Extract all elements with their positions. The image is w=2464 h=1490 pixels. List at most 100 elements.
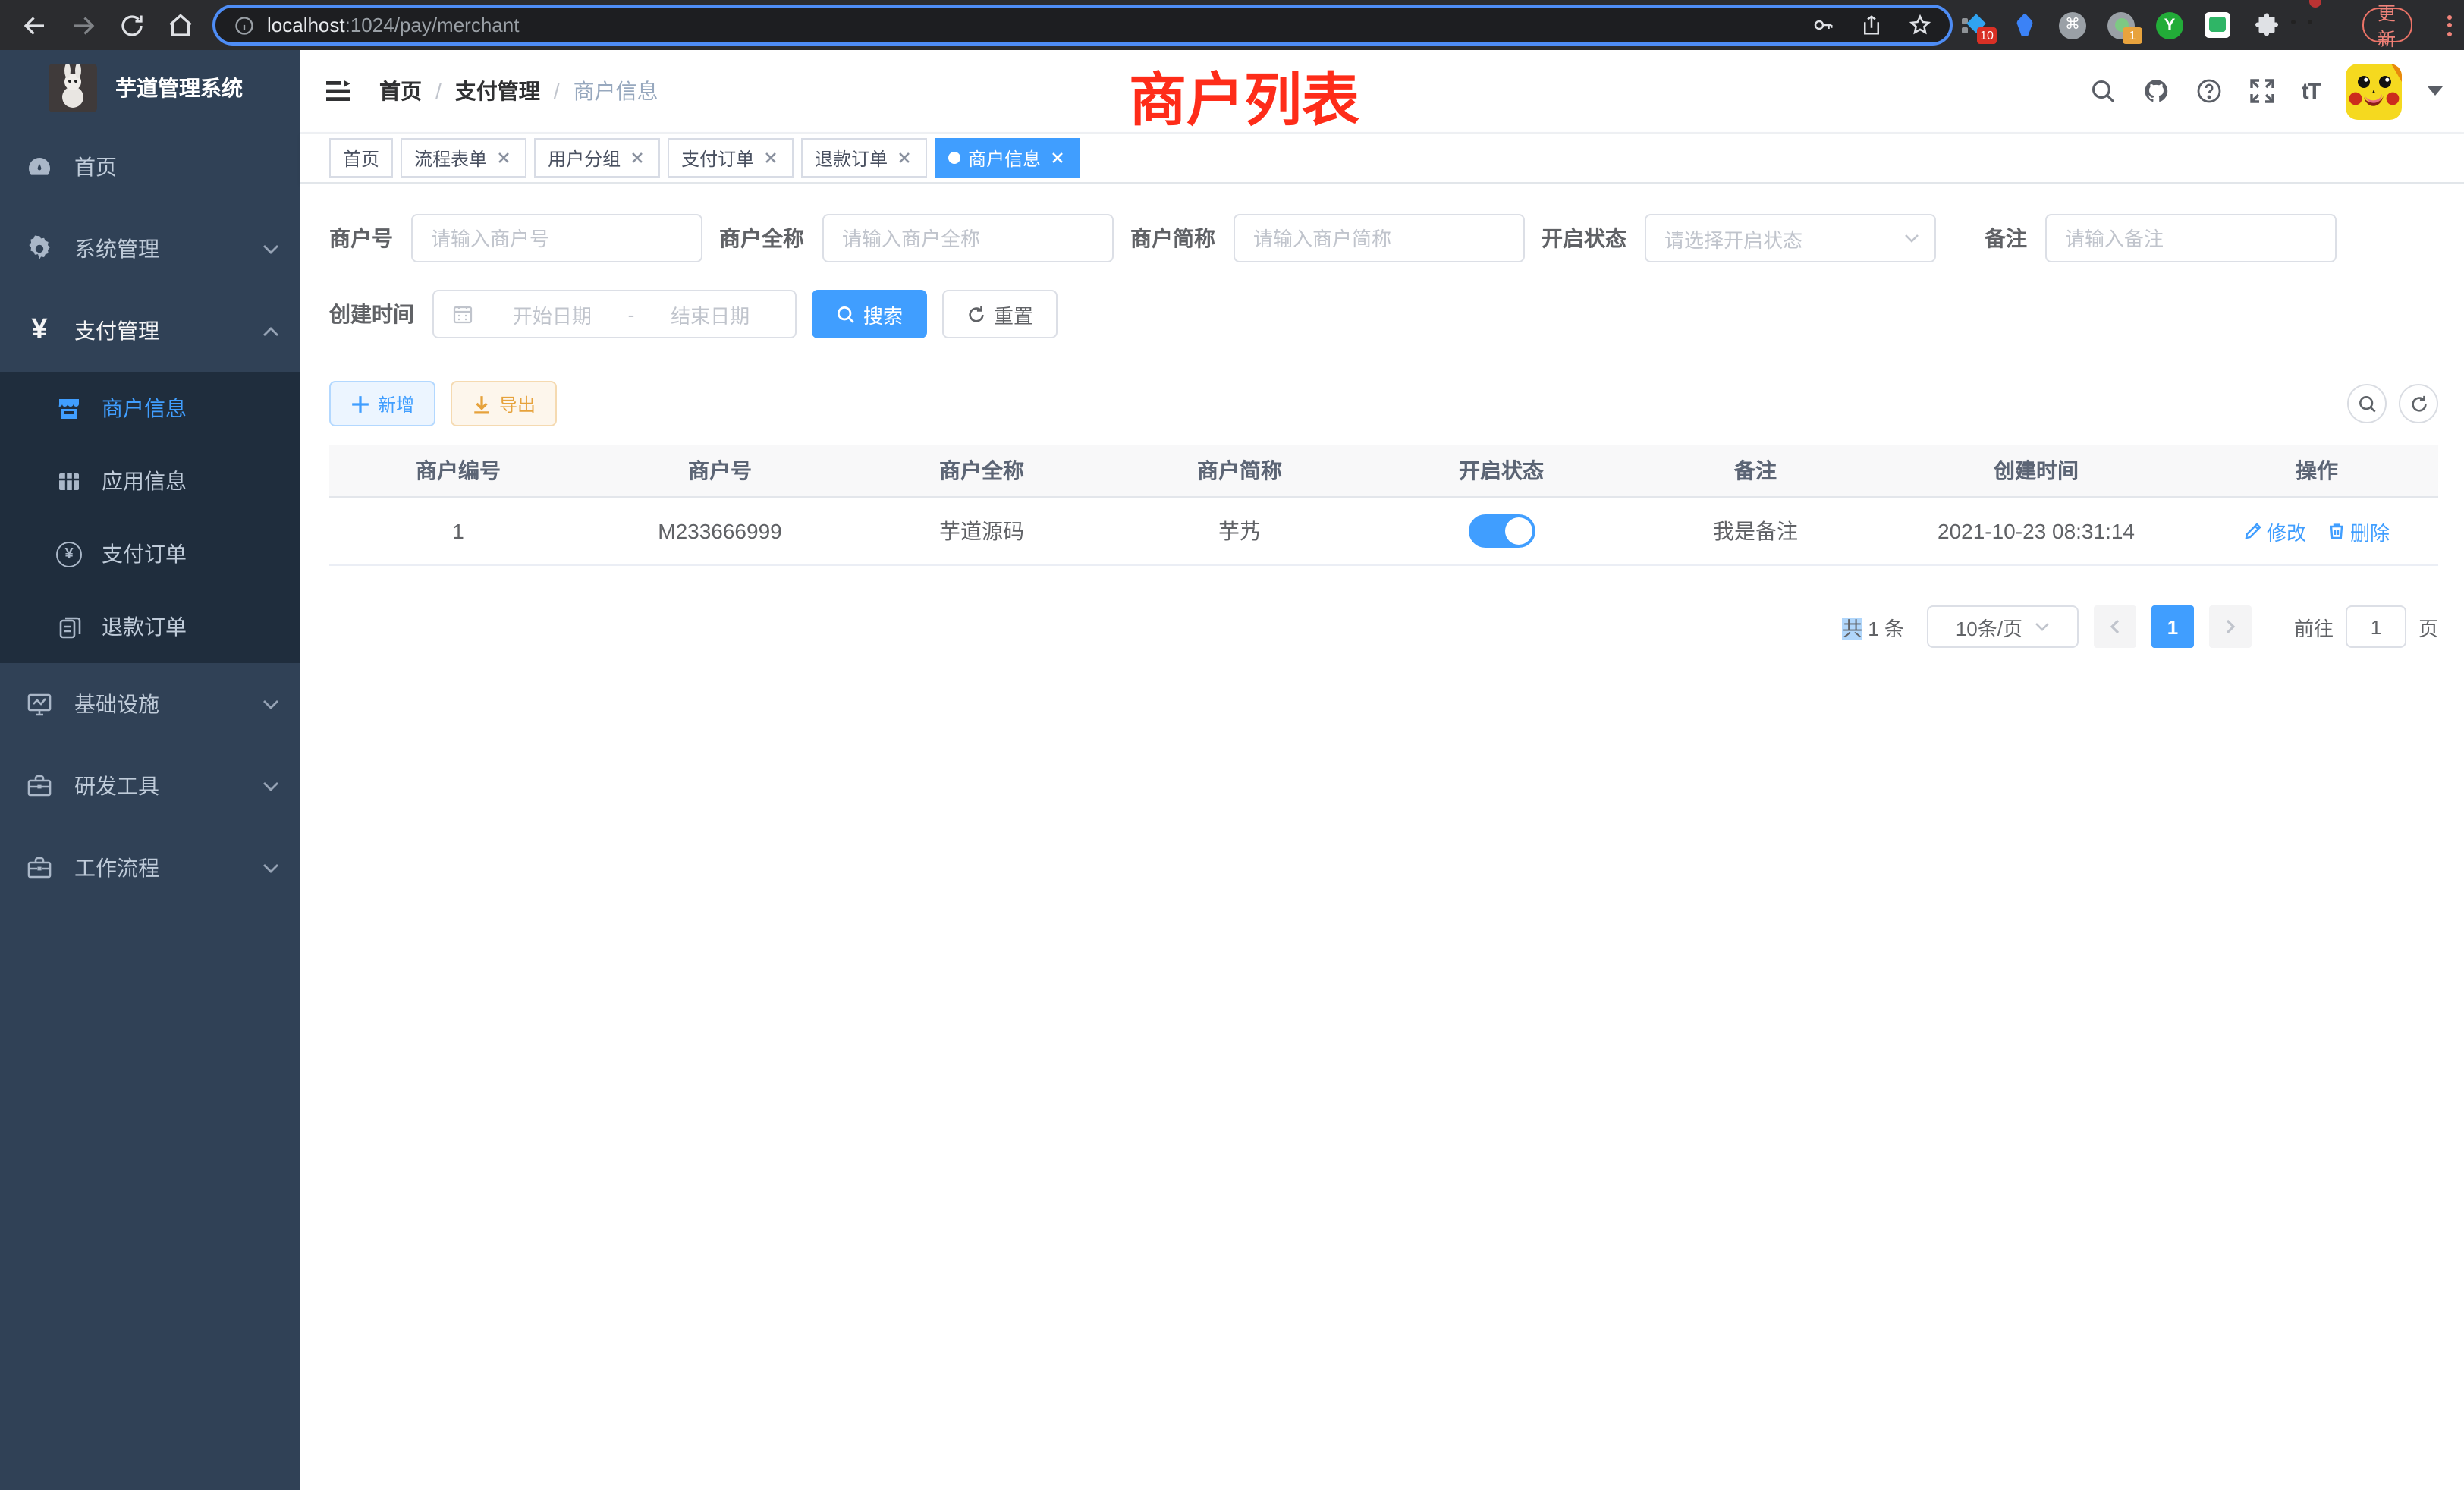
sidebar: 芋道管理系统 首页 系统管理 ¥ 支付管理 商户信息 bbox=[0, 50, 300, 1490]
prev-page-button[interactable] bbox=[2094, 605, 2136, 648]
font-size-icon[interactable]: tT bbox=[2302, 78, 2320, 104]
back-icon[interactable] bbox=[21, 11, 49, 39]
bookmark-star-icon[interactable] bbox=[1909, 14, 1931, 36]
user-avatar[interactable] bbox=[2346, 63, 2402, 119]
breadcrumb-home[interactable]: 首页 bbox=[379, 76, 422, 106]
reload-icon[interactable] bbox=[118, 11, 146, 39]
short-name-input[interactable] bbox=[1235, 215, 1523, 261]
github-icon[interactable] bbox=[2142, 77, 2170, 105]
tab-process-form[interactable]: 流程表单 bbox=[401, 138, 526, 178]
sidebar-item-payment[interactable]: ¥ 支付管理 bbox=[0, 290, 300, 372]
sidebar-item-home[interactable]: 首页 bbox=[0, 126, 300, 208]
tab-user-group[interactable]: 用户分组 bbox=[534, 138, 660, 178]
close-icon[interactable] bbox=[495, 149, 513, 167]
close-icon[interactable] bbox=[628, 149, 646, 167]
sidebar-item-label: 首页 bbox=[74, 152, 117, 182]
tab-refund-orders[interactable]: 退款订单 bbox=[801, 138, 927, 178]
url-text: localhost:1024/pay/merchant bbox=[267, 14, 519, 36]
merchant-table: 商户编号 商户号 商户全称 商户简称 开启状态 备注 创建时间 操作 1 M23… bbox=[329, 445, 2438, 566]
create-time-range-picker[interactable]: 开始日期 - 结束日期 bbox=[432, 290, 797, 338]
sidebar-item-merchant-info[interactable]: 商户信息 bbox=[0, 372, 300, 445]
add-button[interactable]: 新增 bbox=[329, 381, 435, 426]
sidebar-collapse-icon[interactable] bbox=[323, 76, 354, 106]
app-logo-row[interactable]: 芋道管理系统 bbox=[0, 50, 300, 126]
sidebar-menu: 首页 系统管理 ¥ 支付管理 商户信息 应用信息 bbox=[0, 126, 300, 909]
extension-drop-icon[interactable] bbox=[2010, 11, 2038, 39]
extension-proxy-icon[interactable]: 1 bbox=[2107, 11, 2135, 39]
extension-chat-icon[interactable] bbox=[2205, 11, 2232, 39]
pagination-total: 共 1 条 bbox=[1843, 612, 1904, 641]
close-icon[interactable] bbox=[1048, 149, 1067, 167]
extension-command-icon[interactable]: ⌘ bbox=[2059, 11, 2086, 39]
app-logo bbox=[49, 64, 97, 112]
column-header: 操作 bbox=[2195, 455, 2438, 486]
remark-input[interactable] bbox=[2047, 215, 2335, 261]
goto-page-input[interactable] bbox=[2346, 605, 2406, 648]
reset-button[interactable]: 重置 bbox=[942, 290, 1058, 338]
sidebar-item-system[interactable]: 系统管理 bbox=[0, 208, 300, 290]
edit-pencil-icon bbox=[2244, 522, 2262, 540]
search-button[interactable]: 搜索 bbox=[812, 290, 927, 338]
delete-link[interactable]: 删除 bbox=[2327, 517, 2390, 545]
status-select[interactable]: 请选择开启状态 bbox=[1645, 214, 1936, 262]
page-number-button[interactable]: 1 bbox=[2151, 605, 2194, 648]
sidebar-item-label: 工作流程 bbox=[74, 853, 159, 883]
close-icon[interactable] bbox=[762, 149, 780, 167]
sidebar-item-refund-orders[interactable]: 退款订单 bbox=[0, 590, 300, 663]
remark-label: 备注 bbox=[1985, 223, 2027, 253]
sidebar-item-dev-tools[interactable]: 研发工具 bbox=[0, 745, 300, 827]
sidebar-item-label: 商户信息 bbox=[102, 393, 187, 423]
merchant-no-input[interactable] bbox=[413, 215, 701, 261]
edit-link[interactable]: 修改 bbox=[2244, 517, 2306, 545]
extension-y-icon[interactable]: Y bbox=[2156, 11, 2183, 39]
breadcrumb-payment[interactable]: 支付管理 bbox=[455, 76, 540, 106]
close-icon[interactable] bbox=[895, 149, 913, 167]
avatar-caret-icon[interactable] bbox=[2428, 86, 2443, 96]
export-button[interactable]: 导出 bbox=[451, 381, 557, 426]
navbar-actions: tT bbox=[2089, 63, 2464, 119]
password-key-icon[interactable] bbox=[1812, 14, 1834, 36]
forward-icon[interactable] bbox=[70, 11, 97, 39]
pay-order-icon: ¥ bbox=[56, 541, 82, 567]
share-icon[interactable] bbox=[1860, 14, 1883, 36]
refresh-table-button[interactable] bbox=[2399, 384, 2438, 423]
sidebar-item-workflow[interactable]: 工作流程 bbox=[0, 827, 300, 909]
header-search-icon[interactable] bbox=[2089, 77, 2117, 105]
payment-submenu: 商户信息 应用信息 ¥ 支付订单 退款订单 bbox=[0, 372, 300, 663]
fullscreen-icon[interactable] bbox=[2249, 77, 2276, 105]
page-size-select[interactable]: 10条/页 bbox=[1927, 605, 2079, 648]
browser-menu-icon[interactable] bbox=[2447, 14, 2452, 36]
extension-toolbar: 10 ⌘ 1 Y 更新 bbox=[1962, 0, 2464, 50]
tags-view: 首页 流程表单 用户分组 支付订单 退款订单 商户信息 bbox=[300, 134, 2464, 184]
site-info-icon[interactable] bbox=[234, 14, 255, 36]
sidebar-item-infrastructure[interactable]: 基础设施 bbox=[0, 663, 300, 745]
gear-icon bbox=[26, 235, 53, 262]
sidebar-item-pay-orders[interactable]: ¥ 支付订单 bbox=[0, 517, 300, 590]
profile-avatar-icon[interactable] bbox=[2302, 11, 2329, 39]
calendar-icon bbox=[452, 303, 473, 325]
cell-create-time: 2021-10-23 08:31:14 bbox=[1877, 519, 2195, 543]
tab-pay-orders[interactable]: 支付订单 bbox=[668, 138, 794, 178]
tab-home[interactable]: 首页 bbox=[329, 138, 393, 178]
screen: localhost:1024/pay/merchant 10 ⌘ 1 Y 更新 bbox=[0, 0, 2464, 1490]
breadcrumb-separator: / bbox=[554, 79, 560, 103]
breadcrumb-current: 商户信息 bbox=[574, 76, 658, 106]
sidebar-item-app-info[interactable]: 应用信息 bbox=[0, 445, 300, 517]
full-name-input[interactable] bbox=[824, 215, 1112, 261]
chevron-down-icon bbox=[262, 699, 279, 709]
extension-diamond-icon[interactable]: 10 bbox=[1962, 11, 1989, 39]
help-icon[interactable] bbox=[2195, 77, 2223, 105]
url-bar[interactable]: localhost:1024/pay/merchant bbox=[212, 5, 1953, 46]
table-toolbar: 新增 导出 bbox=[329, 381, 2438, 426]
tab-merchant-info[interactable]: 商户信息 bbox=[935, 138, 1080, 178]
active-dot bbox=[948, 152, 960, 164]
extensions-puzzle-icon[interactable] bbox=[2253, 11, 2280, 39]
toolbox-icon bbox=[26, 772, 53, 800]
status-toggle[interactable] bbox=[1468, 514, 1535, 548]
browser-update-button[interactable]: 更新 bbox=[2362, 8, 2412, 42]
toggle-search-button[interactable] bbox=[2347, 384, 2387, 423]
next-page-button[interactable] bbox=[2209, 605, 2252, 648]
chevron-up-icon bbox=[262, 325, 279, 336]
refresh-icon bbox=[966, 304, 986, 324]
home-icon[interactable] bbox=[167, 11, 194, 39]
